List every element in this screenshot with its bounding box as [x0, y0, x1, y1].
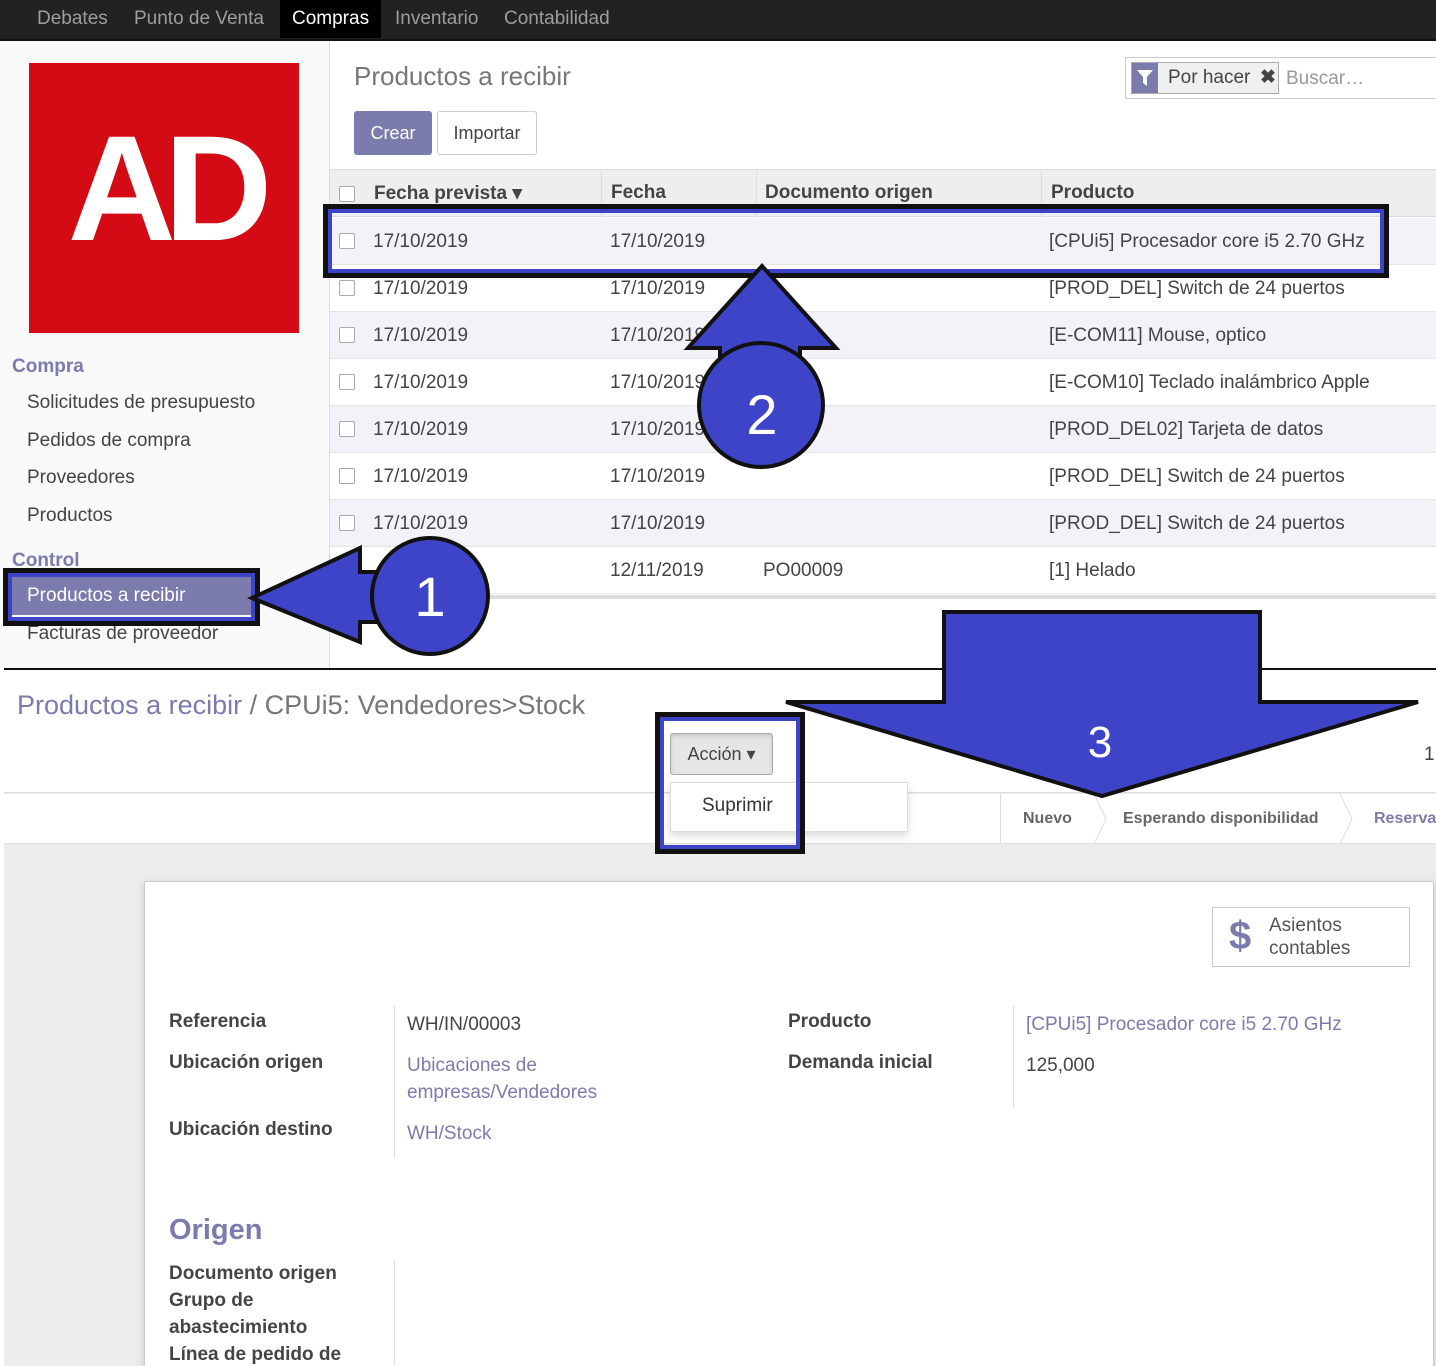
annotation-overlay: [246, 263, 1419, 799]
annotation-label-3: 3: [1087, 718, 1113, 767]
annotation-arrow-3: [785, 610, 1419, 799]
annotation-arrow-1: [246, 536, 490, 656]
annotation-label-2: 2: [746, 383, 778, 446]
annotation-label-1: 1: [414, 565, 446, 628]
